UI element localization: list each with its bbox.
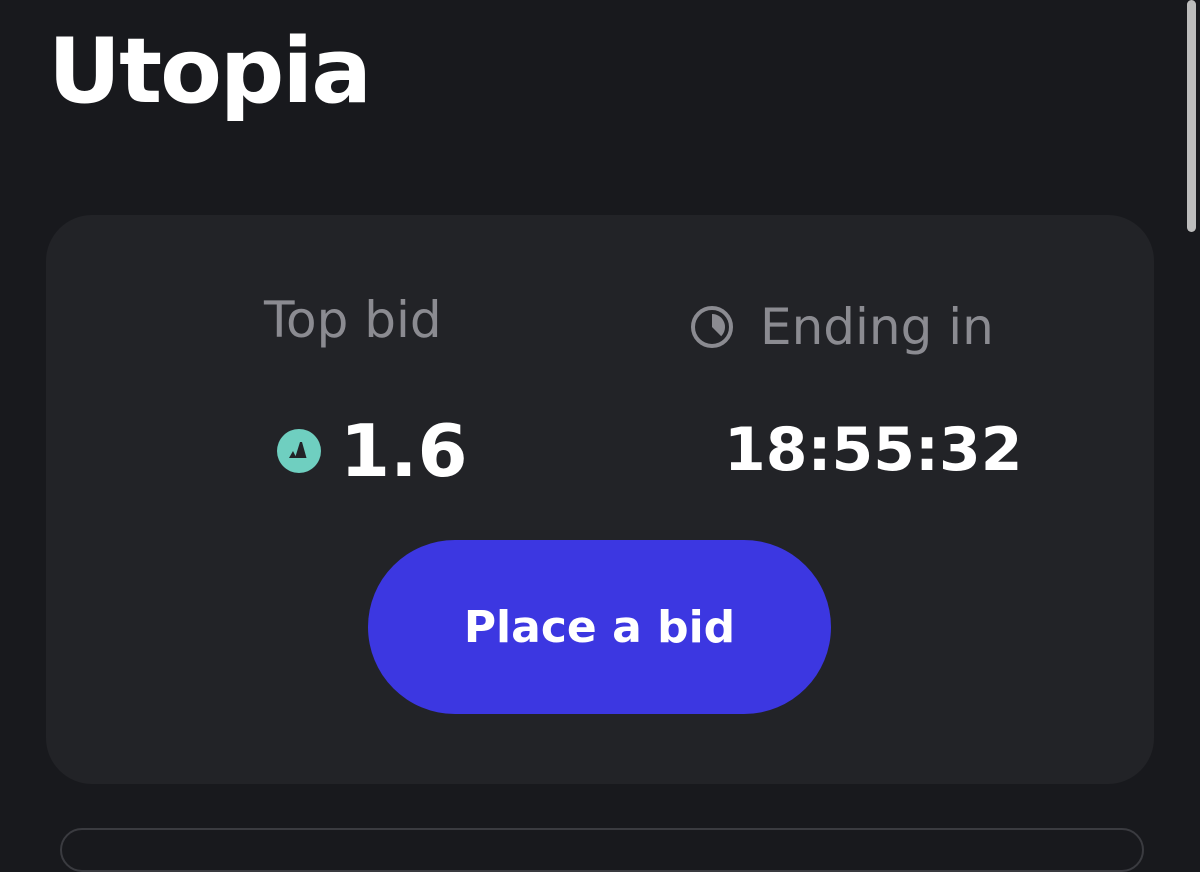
scrollbar[interactable] [1187, 0, 1196, 232]
avalanche-icon [276, 428, 322, 474]
countdown-timer: 18:55:32 [724, 415, 1023, 485]
ending-label: Ending in [760, 298, 994, 356]
top-bid-label: Top bid [264, 291, 442, 349]
place-bid-button[interactable]: Place a bid [368, 540, 831, 714]
top-bid-value: 1.6 [340, 409, 468, 493]
page-title: Utopia [48, 19, 372, 124]
ending-label-row: Ending in [690, 302, 994, 352]
clock-icon [690, 305, 734, 349]
auction-card: Top bid 1.6 Ending in 18:55:32 Place a b… [46, 215, 1154, 784]
next-card [60, 828, 1144, 872]
top-bid-value-row: 1.6 [276, 415, 468, 487]
